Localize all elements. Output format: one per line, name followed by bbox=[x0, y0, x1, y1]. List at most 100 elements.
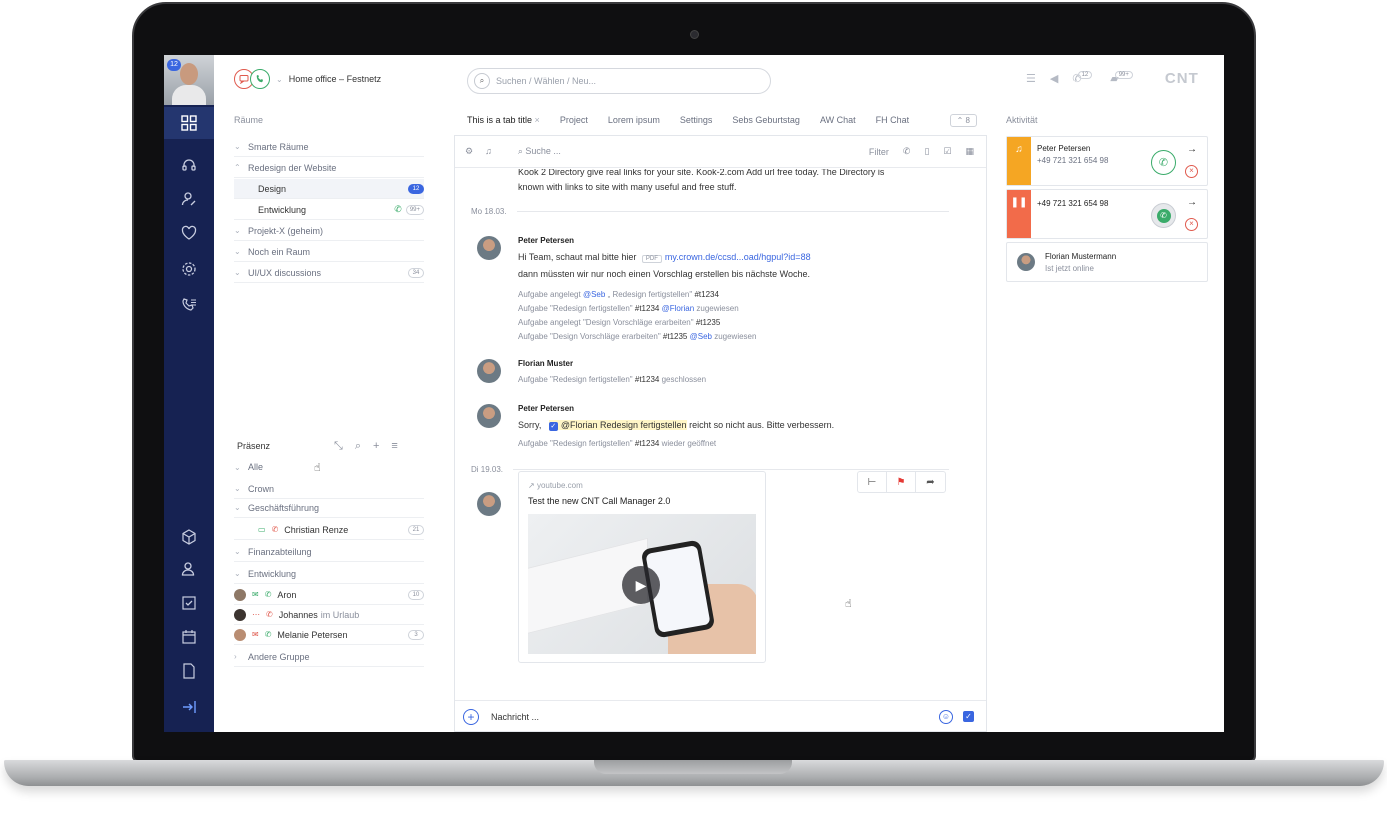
status-selector[interactable]: ⌄ Home office – Festnetz bbox=[234, 69, 381, 89]
room-noch-ein-raum[interactable]: ⌄ Noch ein Raum bbox=[234, 242, 424, 262]
tab-sebs-geburtstag[interactable]: Sebs Geburtstag bbox=[732, 115, 800, 125]
room-redesign[interactable]: ⌃ Redesign der Website bbox=[234, 158, 424, 178]
file-filter-icon[interactable]: ▯ bbox=[924, 146, 929, 157]
room-design[interactable]: Design 12 bbox=[234, 179, 424, 199]
group-entwicklung[interactable]: ⌄ Entwicklung bbox=[234, 564, 424, 584]
chevron-down-icon: ⌄ bbox=[234, 484, 241, 493]
box-icon[interactable] bbox=[164, 521, 214, 553]
system-message: Aufgabe angelegt "Design Vorschläge erar… bbox=[518, 318, 721, 327]
settings-icon[interactable]: ⚙ bbox=[465, 146, 473, 157]
filter-button[interactable]: Filter bbox=[869, 147, 889, 157]
online-notification[interactable]: Florian Mustermann Ist jetzt online bbox=[1006, 242, 1208, 282]
more-tabs-button[interactable]: ⌃ 8 bbox=[949, 113, 977, 127]
room-entwicklung[interactable]: Entwicklung ✆ 99+ bbox=[234, 200, 424, 220]
message-link[interactable]: my.crown.de/ccsd...oad/hgpul?id=88 bbox=[665, 252, 811, 262]
chevron-down-icon: ⌄ bbox=[234, 268, 241, 277]
room-projekt-x[interactable]: ⌄ Projekt-X (geheim) bbox=[234, 221, 424, 241]
user-avatar[interactable]: 12 bbox=[164, 55, 214, 105]
app-screen: 12 ⌄ Home office – Festnetz Räume ⌄ Smar… bbox=[164, 55, 1224, 732]
calendar-icon[interactable] bbox=[164, 621, 214, 653]
tab-lorem-ipsum[interactable]: Lorem ipsum bbox=[608, 115, 660, 125]
collapse-icon[interactable]: ⤡ bbox=[334, 440, 343, 453]
phone-icon: ✆ bbox=[264, 630, 272, 639]
pin-icon[interactable]: ⊢ bbox=[858, 472, 887, 492]
tasks-icon[interactable] bbox=[164, 587, 214, 619]
group-crown[interactable]: ⌄ Crown bbox=[234, 479, 424, 499]
dashboard-icon[interactable] bbox=[164, 107, 214, 139]
message-input[interactable]: Nachricht ... bbox=[491, 712, 539, 722]
calls-icon[interactable]: ✆12 bbox=[1072, 71, 1096, 85]
task-filter-icon[interactable]: ☑ bbox=[943, 146, 951, 157]
external-link-icon: ↗ bbox=[528, 481, 535, 490]
search-icon: ⌕ bbox=[474, 73, 490, 89]
task-check-icon[interactable]: ✓ bbox=[548, 422, 558, 431]
person-melanie-petersen[interactable]: ✉ ✆ Melanie Petersen 3 bbox=[234, 625, 424, 645]
chevron-down-icon: ⌄ bbox=[234, 462, 241, 472]
document-icon[interactable] bbox=[164, 655, 214, 687]
person-christian-renze[interactable]: ▭ ✆ Christian Renze 21 bbox=[234, 520, 424, 540]
bell-icon[interactable]: ♫ bbox=[485, 146, 492, 157]
date-divider: Mo 18.03. bbox=[471, 207, 949, 216]
forward-icon[interactable]: → bbox=[1187, 144, 1197, 155]
person-aron[interactable]: ✉ ✆ Aron 10 bbox=[234, 585, 424, 605]
chevron-down-icon: ⌄ bbox=[234, 569, 241, 578]
active-call-icon: ✆ bbox=[394, 204, 402, 214]
group-geschaeftsfuehrung[interactable]: ⌄ Geschäftsführung bbox=[234, 498, 424, 518]
activity-title: Aktivität bbox=[1006, 115, 1038, 125]
call-list-icon[interactable] bbox=[164, 289, 214, 321]
tab-fh-chat[interactable]: FH Chat bbox=[876, 115, 910, 125]
emoji-icon[interactable]: ☺ bbox=[939, 709, 953, 724]
top-toolbar: ☰ ◀ ✆12 ▰99+ CNT bbox=[1026, 70, 1199, 87]
global-search-input[interactable]: ⌕ Suchen / Wählen / Neu... bbox=[467, 68, 771, 94]
accept-call-button[interactable]: ✆ bbox=[1151, 150, 1176, 175]
link-preview-card[interactable]: ↗ youtube.com Test the new CNT Call Mana… bbox=[518, 471, 766, 663]
close-icon[interactable]: × bbox=[535, 115, 540, 125]
tab-this-is-a-tab-title[interactable]: This is a tab title × bbox=[467, 115, 540, 125]
reject-call-button[interactable]: × bbox=[1185, 165, 1198, 178]
forward-icon[interactable]: → bbox=[1187, 197, 1197, 208]
settings-icon[interactable] bbox=[164, 253, 214, 285]
contacts-icon[interactable] bbox=[164, 183, 214, 215]
search-icon[interactable]: ⌕ bbox=[355, 440, 361, 453]
tab-project[interactable]: Project bbox=[560, 115, 588, 125]
task-mention[interactable]: @Florian Redesign fertigstellen bbox=[561, 420, 687, 430]
message-item: Florian Muster Aufgabe "Redesign fertigs… bbox=[477, 359, 957, 387]
calendar-filter-icon[interactable]: ▦ bbox=[965, 146, 974, 157]
menu-icon[interactable]: ≡ bbox=[391, 440, 397, 453]
headset-icon[interactable] bbox=[164, 149, 214, 181]
person-johannes[interactable]: ⋯ ✆ Johannes im Urlaub bbox=[234, 605, 424, 625]
reject-call-button[interactable]: × bbox=[1185, 218, 1198, 231]
user-admin-icon[interactable] bbox=[164, 553, 214, 585]
mail-icon: ✉ bbox=[252, 630, 259, 639]
phone-icon: ✆ bbox=[264, 590, 272, 599]
chat-search-input[interactable]: ⌕ Suche ... bbox=[518, 146, 561, 157]
chat-panel: ⚙ ♫ ⌕ Suche ... Filter ✆ ▯ ☑ ▦ Kook 2 Di… bbox=[454, 135, 987, 732]
tab-settings[interactable]: Settings bbox=[680, 115, 713, 125]
play-icon[interactable]: ▶ bbox=[622, 566, 660, 604]
group-andere[interactable]: › Andere Gruppe bbox=[234, 647, 424, 667]
share-icon[interactable]: ➦ bbox=[916, 472, 945, 492]
presence-filter[interactable]: ⌄ Alle bbox=[234, 457, 424, 477]
bell-icon: ♫ bbox=[1007, 137, 1031, 185]
logout-icon[interactable] bbox=[164, 691, 214, 723]
camera-icon bbox=[690, 30, 699, 39]
group-finanzabteilung[interactable]: ⌄ Finanzabteilung bbox=[234, 542, 424, 562]
video-thumbnail[interactable]: ▶ bbox=[528, 514, 756, 654]
rooms-panel: ⌄ Home office – Festnetz Räume ⌄ Smarte R… bbox=[214, 55, 454, 732]
avatar bbox=[477, 236, 501, 260]
favorites-icon[interactable] bbox=[164, 217, 214, 249]
tab-aw-chat[interactable]: AW Chat bbox=[820, 115, 856, 125]
laptop-notch bbox=[594, 760, 792, 774]
chevron-down-icon: ⌄ bbox=[234, 142, 241, 151]
room-uiux[interactable]: ⌄ UI/UX discussions 34 bbox=[234, 263, 424, 283]
resume-call-button[interactable]: ✆ bbox=[1151, 203, 1176, 228]
attach-icon[interactable]: + bbox=[463, 708, 479, 725]
flag-icon[interactable]: ⚑ bbox=[887, 472, 916, 492]
task-toggle-icon[interactable]: ✓ bbox=[963, 711, 974, 722]
messages-icon[interactable]: ▰99+ bbox=[1110, 71, 1137, 85]
phone-filter-icon[interactable]: ✆ bbox=[903, 146, 911, 157]
megaphone-icon[interactable]: ◀ bbox=[1050, 72, 1058, 85]
list-icon[interactable]: ☰ bbox=[1026, 72, 1036, 85]
room-smarte-raeume[interactable]: ⌄ Smarte Räume bbox=[234, 137, 424, 157]
add-icon[interactable]: + bbox=[373, 440, 379, 453]
